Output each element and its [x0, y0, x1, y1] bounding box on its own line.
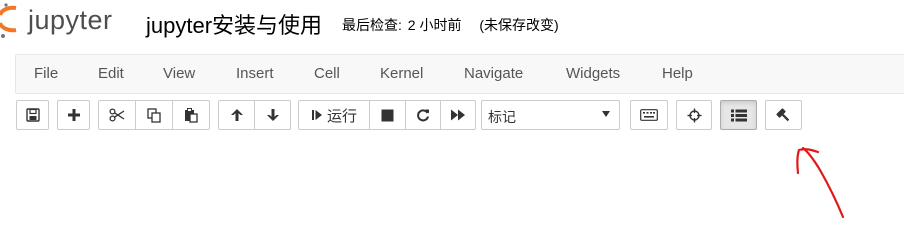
menu-help[interactable]: Help	[658, 55, 697, 93]
autosave-status: (未保存改变)	[479, 17, 559, 33]
jupyter-logo[interactable]: jupyter	[0, 0, 135, 46]
copy-button[interactable]	[135, 100, 173, 130]
gavel-icon	[776, 107, 790, 121]
restart-run-all-button[interactable]	[440, 100, 476, 130]
menu-navigate[interactable]: Navigate	[460, 55, 527, 93]
cut-icon	[109, 108, 125, 122]
checkpoint-time: 2 小时前	[407, 17, 462, 33]
menu-insert[interactable]: Insert	[232, 55, 278, 93]
run-button[interactable]: 运行	[298, 100, 370, 130]
copy-icon	[147, 107, 161, 123]
checkpoint-label: 最后检查:	[342, 17, 402, 33]
list-icon	[730, 109, 747, 121]
interrupt-kernel-button[interactable]	[369, 100, 406, 130]
table-of-contents-button[interactable]	[720, 100, 757, 130]
header: jupyter jupyter安装与使用 最后检查: 2 小时前 (未保存改变)	[0, 0, 904, 54]
menu-kernel[interactable]: Kernel	[376, 55, 427, 93]
menu-view[interactable]: View	[159, 55, 199, 93]
logo-text: jupyter	[28, 5, 113, 35]
save-icon	[25, 108, 40, 122]
paste-button[interactable]	[172, 100, 210, 130]
insert-cell-button[interactable]	[57, 100, 90, 130]
move-up-button[interactable]	[218, 100, 255, 130]
toolbar: 运行 标记	[0, 98, 904, 132]
menu-widgets[interactable]: Widgets	[562, 55, 624, 93]
plus-icon	[67, 109, 80, 121]
cell-type-select[interactable]: 标记	[481, 100, 620, 130]
paste-icon	[185, 107, 198, 123]
keyboard-icon	[640, 109, 658, 121]
crosshairs-button[interactable]	[676, 100, 712, 130]
refresh-icon	[417, 109, 429, 122]
arrow-up-icon	[230, 109, 243, 121]
command-palette-button[interactable]	[630, 100, 668, 130]
arrow-down-icon	[266, 109, 279, 121]
move-down-button[interactable]	[254, 100, 291, 130]
gavel-button[interactable]	[765, 100, 802, 130]
checkpoint-status: 最后检查: 2 小时前 (未保存改变)	[342, 15, 561, 35]
crosshairs-icon	[687, 108, 701, 122]
cut-button[interactable]	[98, 100, 136, 130]
stop-icon	[381, 109, 394, 121]
restart-kernel-button[interactable]	[405, 100, 441, 130]
chevron-down-icon	[602, 111, 610, 117]
jupyter-logo-icon	[0, 3, 17, 38]
run-label: 运行	[326, 107, 357, 125]
menu-cell[interactable]: Cell	[310, 55, 344, 93]
save-button[interactable]	[16, 100, 49, 130]
menu-file[interactable]: File	[30, 55, 62, 93]
menubar: File Edit View Insert Cell Kernel Naviga…	[15, 54, 904, 94]
fast-forward-icon	[451, 109, 465, 121]
notebook-title[interactable]: jupyter安装与使用	[146, 8, 322, 40]
menu-edit[interactable]: Edit	[94, 55, 128, 93]
step-forward-icon	[311, 110, 322, 120]
cell-type-value: 标记	[488, 109, 516, 125]
